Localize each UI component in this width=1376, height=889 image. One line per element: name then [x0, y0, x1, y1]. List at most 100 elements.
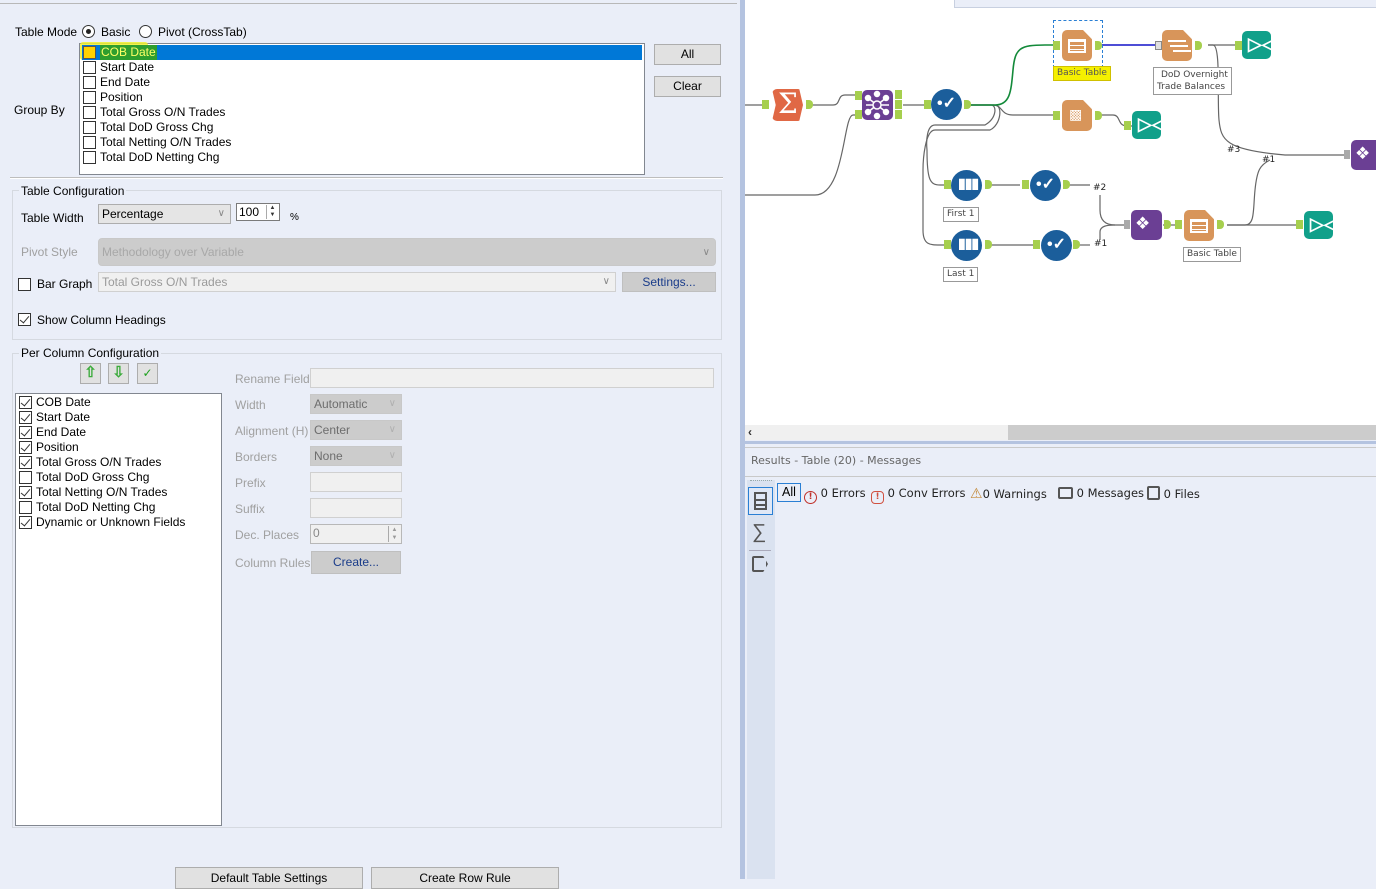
input-anchor[interactable]: [1235, 41, 1242, 50]
column-item[interactable]: COB Date: [18, 395, 219, 410]
column-item[interactable]: Dynamic or Unknown Fields: [18, 515, 219, 530]
output-anchor[interactable]: [1095, 111, 1102, 120]
column-checkbox[interactable]: [19, 516, 32, 529]
input-anchor[interactable]: [1124, 121, 1131, 130]
column-item[interactable]: End Date: [18, 425, 219, 440]
column-checkbox[interactable]: [19, 396, 32, 409]
borders-select[interactable]: None ∨: [310, 446, 402, 466]
output-anchor[interactable]: [985, 180, 992, 189]
scrollbar-thumb[interactable]: [1008, 425, 1376, 440]
dec-places-input[interactable]: 0 ▲ ▼: [310, 524, 402, 544]
group-by-checkbox[interactable]: [83, 46, 96, 59]
union-input-anchor[interactable]: [1124, 220, 1130, 229]
sample-first-label[interactable]: First 1: [943, 207, 979, 222]
column-checkbox[interactable]: [19, 486, 32, 499]
union-input-anchor[interactable]: [1344, 150, 1350, 159]
per-column-list[interactable]: COB Date Start Date End Date Position To…: [15, 393, 222, 826]
input-anchor[interactable]: [924, 100, 931, 109]
all-button[interactable]: All: [654, 44, 721, 65]
table-width-mode-select[interactable]: Percentage ∨: [98, 204, 231, 224]
pivot-style-select[interactable]: Methodology over Variable ∨: [98, 238, 716, 266]
prefix-input[interactable]: [310, 472, 402, 492]
column-item[interactable]: Total Gross O/N Trades: [18, 455, 219, 470]
sample-last-label[interactable]: Last 1: [943, 267, 979, 282]
group-by-checkbox[interactable]: [83, 106, 96, 119]
column-item[interactable]: Total DoD Netting Chg: [18, 500, 219, 515]
input-anchor[interactable]: [1053, 41, 1060, 50]
radio-basic-label[interactable]: Basic: [101, 25, 130, 39]
select-tool-3[interactable]: •✓: [1041, 230, 1072, 261]
column-checkbox[interactable]: [19, 411, 32, 424]
input-anchor[interactable]: [944, 180, 951, 189]
input-anchor[interactable]: [1296, 220, 1303, 229]
column-checkbox[interactable]: [19, 471, 32, 484]
group-by-checkbox[interactable]: [83, 76, 96, 89]
output-anchor[interactable]: [1095, 41, 1102, 50]
join-j-output-anchor[interactable]: [895, 100, 902, 109]
group-by-checkbox[interactable]: [83, 91, 96, 104]
settings-button[interactable]: Settings...: [622, 272, 716, 292]
filter-conv-errors-button[interactable]: ! 0 Conv Errors: [871, 486, 965, 504]
output-anchor[interactable]: [985, 240, 992, 249]
basic-table-label[interactable]: Basic Table: [1053, 66, 1111, 81]
join-l-output-anchor[interactable]: [895, 90, 902, 99]
select-tool-2[interactable]: •✓: [1030, 170, 1061, 201]
column-item[interactable]: Total DoD Gross Chg: [18, 470, 219, 485]
report-tool[interactable]: ▩: [1062, 100, 1092, 131]
drag-handle[interactable]: [750, 480, 772, 482]
group-by-checkbox[interactable]: [83, 121, 96, 134]
move-up-button[interactable]: ⇧: [80, 363, 101, 384]
group-by-item[interactable]: End Date: [82, 75, 642, 90]
alignment-select[interactable]: Center ∨: [310, 420, 402, 440]
basic-table-tool[interactable]: [1062, 30, 1092, 61]
join-tool[interactable]: [862, 90, 893, 120]
group-by-checkbox[interactable]: [83, 61, 96, 74]
filter-all-button[interactable]: All: [777, 483, 801, 502]
radio-basic[interactable]: [82, 25, 95, 38]
output-anchor[interactable]: [1164, 220, 1171, 229]
select-tool[interactable]: •✓: [931, 89, 962, 120]
output-anchor[interactable]: [1063, 180, 1070, 189]
create-row-rule-button[interactable]: Create Row Rule: [371, 867, 559, 889]
tag-icon[interactable]: [752, 556, 768, 572]
check-all-button[interactable]: ✓: [137, 363, 158, 384]
output-anchor[interactable]: [1217, 220, 1224, 229]
input-anchor[interactable]: [944, 240, 951, 249]
union-tool-2[interactable]: ❖: [1351, 140, 1376, 170]
column-checkbox[interactable]: [19, 441, 32, 454]
group-by-item[interactable]: Total DoD Netting Chg: [82, 150, 642, 165]
group-by-item[interactable]: Start Date: [82, 60, 642, 75]
radio-pivot-label[interactable]: Pivot (CrossTab): [158, 25, 247, 39]
filter-messages-button[interactable]: 0 Messages: [1058, 486, 1144, 500]
column-item[interactable]: Total Netting O/N Trades: [18, 485, 219, 500]
sample-last-tool[interactable]: ▮▮▮: [951, 230, 982, 261]
browse-tool-2[interactable]: ▷◁: [1132, 111, 1166, 139]
move-down-button[interactable]: ⇩: [108, 363, 129, 384]
layout-tool[interactable]: [1162, 30, 1192, 61]
filter-warnings-button[interactable]: ⚠0 Warnings: [970, 486, 1047, 502]
spinner-icon[interactable]: ▲ ▼: [266, 205, 278, 219]
filter-errors-button[interactable]: ! 0 Errors: [804, 486, 866, 504]
column-item[interactable]: Position: [18, 440, 219, 455]
join-right-anchor[interactable]: [855, 110, 862, 119]
group-by-list[interactable]: COB Date Start Date End Date Position To…: [79, 42, 645, 175]
layout-tool-label[interactable]: DoD Overnight Trade Balances: [1153, 67, 1232, 95]
column-checkbox[interactable]: [19, 501, 32, 514]
input-anchor[interactable]: [1022, 180, 1029, 189]
group-by-item[interactable]: Total DoD Gross Chg: [82, 120, 642, 135]
group-by-item[interactable]: Total Gross O/N Trades: [82, 105, 642, 120]
basic-table-2-label[interactable]: Basic Table: [1183, 247, 1241, 262]
suffix-input[interactable]: [310, 498, 402, 518]
show-headings-checkbox[interactable]: [18, 313, 31, 326]
browse-tool-1[interactable]: ▷◁: [1242, 31, 1276, 59]
create-column-rule-button[interactable]: Create...: [311, 551, 401, 574]
bar-graph-field-select[interactable]: Total Gross O/N Trades ∨: [98, 272, 616, 292]
group-by-item[interactable]: COB Date: [82, 45, 642, 60]
bar-graph-checkbox[interactable]: [18, 278, 31, 291]
summary-view-button[interactable]: ∑: [752, 522, 766, 542]
group-by-checkbox[interactable]: [83, 136, 96, 149]
workflow-canvas[interactable]: Σ •✓ Basic Table DoD Overnight Trade Bala…: [745, 0, 1376, 425]
column-checkbox[interactable]: [19, 426, 32, 439]
summarize-tool[interactable]: Σ: [772, 89, 803, 121]
radio-pivot[interactable]: [139, 25, 152, 38]
